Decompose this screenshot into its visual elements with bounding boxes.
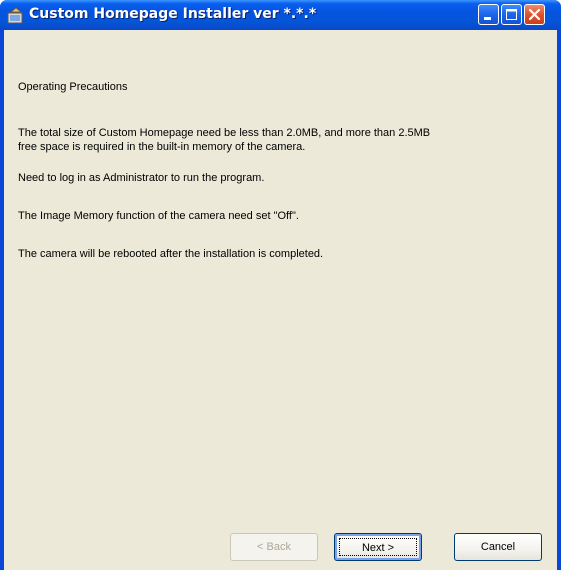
maximize-icon xyxy=(506,9,517,20)
cancel-button[interactable]: Cancel xyxy=(454,533,542,561)
precaution-reboot: The camera will be rebooted after the in… xyxy=(18,248,324,260)
close-icon xyxy=(528,8,541,21)
close-button[interactable] xyxy=(524,4,545,25)
installer-window: Custom Homepage Installer ver *.*.* Oper… xyxy=(0,0,561,570)
next-button-label: Next > xyxy=(339,538,417,556)
dialog-client-area: Operating Precautions The total size of … xyxy=(4,30,557,570)
installer-app-icon xyxy=(7,7,23,24)
next-button[interactable]: Next > xyxy=(334,533,422,561)
title-bar[interactable]: Custom Homepage Installer ver *.*.* xyxy=(0,0,561,30)
precaution-size-line-2: free space is required in the built-in m… xyxy=(18,141,306,153)
section-heading: Operating Precautions xyxy=(18,81,128,93)
precaution-administrator: Need to log in as Administrator to run t… xyxy=(18,172,265,184)
back-button[interactable]: < Back xyxy=(230,533,318,561)
minimize-button[interactable] xyxy=(478,4,499,25)
minimize-icon xyxy=(484,17,491,20)
precaution-size-line-1: The total size of Custom Homepage need b… xyxy=(18,127,431,139)
maximize-button[interactable] xyxy=(501,4,522,25)
window-title: Custom Homepage Installer ver *.*.* xyxy=(29,6,317,22)
precaution-image-memory: The Image Memory function of the camera … xyxy=(18,210,299,222)
